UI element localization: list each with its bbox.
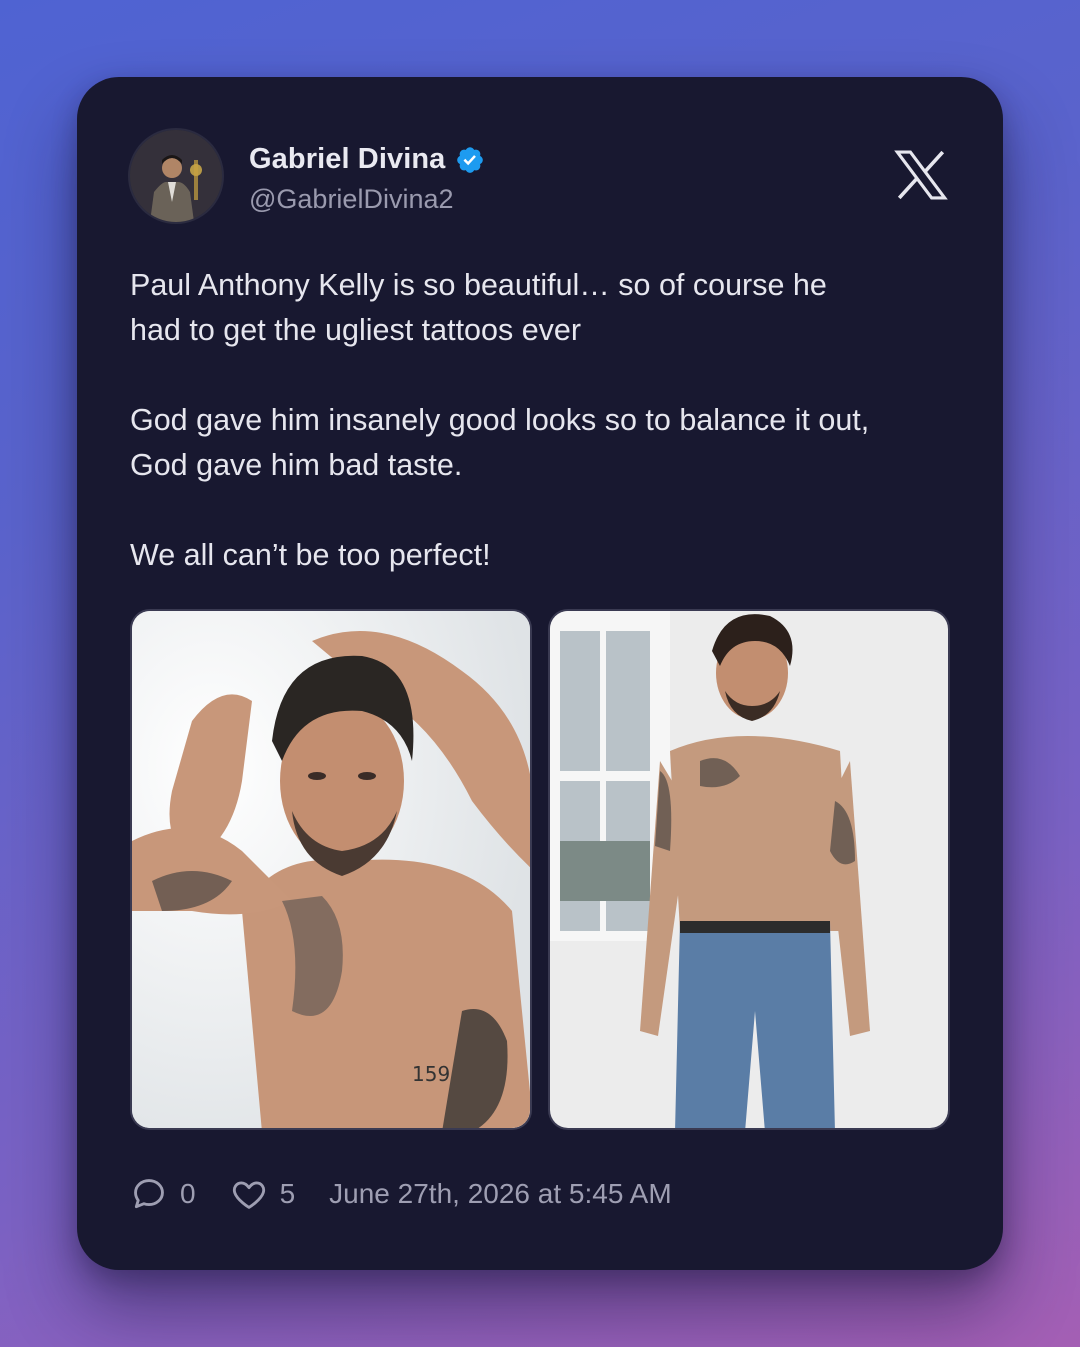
like-count: 5 bbox=[279, 1178, 296, 1209]
photo-shirtless-man-jeans-standing bbox=[550, 611, 948, 1128]
reply-action[interactable]: 0 bbox=[130, 1175, 196, 1213]
author-name-row: Gabriel Divina bbox=[249, 143, 485, 176]
x-logo-icon[interactable] bbox=[892, 146, 950, 204]
author-avatar[interactable] bbox=[130, 130, 222, 222]
tweet-image-2[interactable] bbox=[548, 609, 950, 1130]
tweet-timestamp[interactable]: June 27th, 2026 at 5:45 AM bbox=[329, 1178, 671, 1210]
author-handle[interactable]: @GabrielDivina2 bbox=[249, 184, 454, 215]
tweet-image-1[interactable]: 159 bbox=[130, 609, 532, 1130]
reply-icon bbox=[134, 1179, 164, 1209]
reply-count: 0 bbox=[180, 1178, 196, 1209]
svg-text:159: 159 bbox=[412, 1062, 450, 1086]
like-icon bbox=[232, 1181, 265, 1209]
photo-shirtless-man-adjusting-hair: 159 bbox=[132, 611, 530, 1128]
author-name[interactable]: Gabriel Divina bbox=[249, 143, 445, 176]
like-action[interactable]: 5 bbox=[230, 1175, 296, 1213]
tweet-text: Paul Anthony Kelly is so beautiful… so o… bbox=[130, 268, 870, 572]
tweet-card: Gabriel Divina @GabrielDivina2 Paul Anth… bbox=[77, 77, 1003, 1270]
verified-badge-icon bbox=[457, 146, 484, 173]
tweet-footer: 0 5 June 27th, 2026 at 5:45 AM bbox=[130, 1174, 672, 1214]
